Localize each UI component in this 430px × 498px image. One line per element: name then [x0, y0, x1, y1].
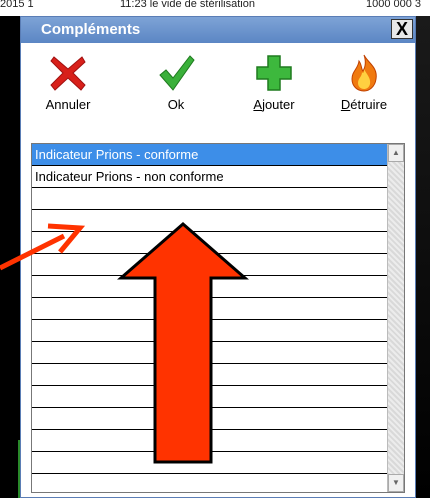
- cancel-button[interactable]: Annuler: [33, 53, 103, 129]
- list-scrollbar[interactable]: ▲ ▼: [387, 144, 404, 492]
- dialog-title: Compléments: [41, 21, 141, 38]
- destroy-label-mnemonic: D: [340, 97, 351, 112]
- list-rows: Indicateur Prions - conforme Indicateur P…: [32, 144, 388, 492]
- list-item[interactable]: [32, 474, 388, 492]
- add-label-mnemonic: A: [253, 97, 263, 112]
- add-label: Ajouter: [239, 97, 309, 112]
- background-text-left: 2015 1: [0, 0, 34, 10]
- list-item[interactable]: [32, 364, 388, 386]
- scroll-up-button[interactable]: ▲: [388, 144, 404, 162]
- add-label-rest: jouter: [262, 97, 295, 112]
- cancel-label: Annuler: [45, 97, 91, 112]
- list-item[interactable]: [32, 298, 388, 320]
- destroy-label-rest: étruire: [350, 97, 388, 112]
- destroy-label: Détruire: [329, 97, 399, 112]
- list-item[interactable]: [32, 210, 388, 232]
- close-button[interactable]: X: [391, 19, 413, 39]
- fire-icon: [351, 54, 377, 92]
- ok-button[interactable]: Ok: [141, 53, 211, 129]
- red-cross-icon: [50, 56, 86, 91]
- list-item[interactable]: Indicateur Prions - non conforme: [32, 166, 388, 188]
- background-text-right: 1000 000 3: [366, 0, 422, 10]
- list-item[interactable]: [32, 276, 388, 298]
- add-button[interactable]: Ajouter: [239, 53, 309, 129]
- background-window-header: 2015 1 11:23 le vide de stérilisation 10…: [0, 0, 430, 16]
- background-text-mid: 11:23 le vide de stérilisation: [120, 0, 255, 10]
- list-item[interactable]: [32, 386, 388, 408]
- complements-dialog: Compléments X Annuler Ok Ajouter Détruir…: [20, 16, 416, 498]
- list-item[interactable]: Indicateur Prions - conforme: [32, 144, 388, 166]
- green-plus-icon: [256, 55, 292, 91]
- green-check-icon: [159, 55, 195, 91]
- list-item[interactable]: [32, 188, 388, 210]
- list-item[interactable]: [32, 232, 388, 254]
- toolbar: Annuler Ok Ajouter Détruire: [21, 43, 415, 129]
- list-item[interactable]: [32, 320, 388, 342]
- list-item[interactable]: [32, 452, 388, 474]
- dialog-title-bar[interactable]: Compléments X: [21, 17, 415, 43]
- background-window-edge: [416, 16, 430, 498]
- list-item[interactable]: [32, 408, 388, 430]
- ok-label: Ok: [167, 97, 185, 112]
- list-item[interactable]: [32, 430, 388, 452]
- complements-list[interactable]: Indicateur Prions - conforme Indicateur P…: [31, 143, 405, 493]
- list-item[interactable]: [32, 342, 388, 364]
- list-item[interactable]: [32, 254, 388, 276]
- scroll-down-button[interactable]: ▼: [388, 474, 404, 492]
- destroy-button[interactable]: Détruire: [329, 53, 399, 129]
